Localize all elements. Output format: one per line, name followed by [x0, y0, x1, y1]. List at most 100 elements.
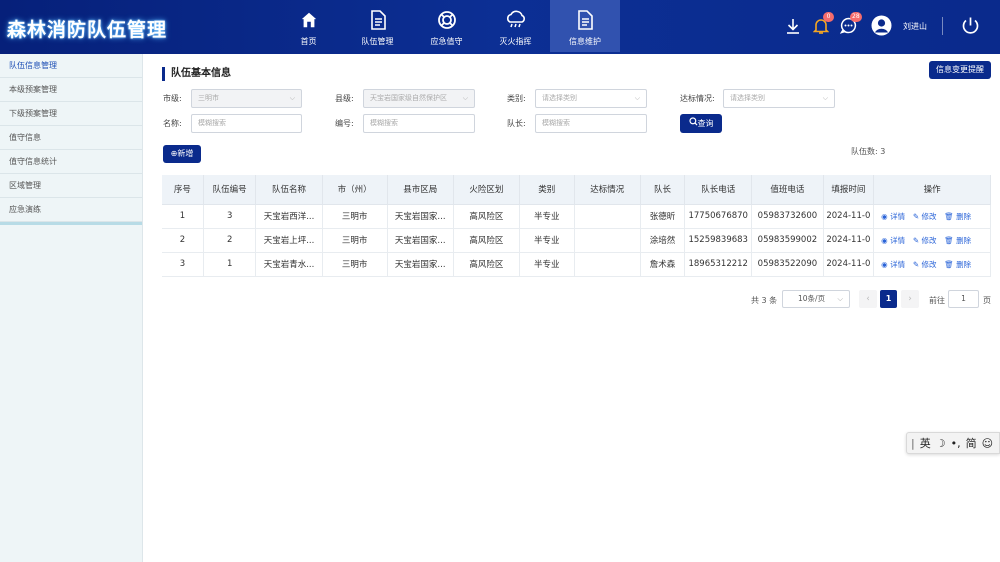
drag-handle-icon[interactable]: | [911, 437, 915, 450]
sidebar-item-team-info[interactable]: 队伍信息管理 [0, 54, 142, 78]
sidebar-item-duty-stats[interactable]: 值守信息统计 [0, 150, 142, 174]
nav-item-fire-command[interactable]: 灭火指挥 [481, 0, 550, 52]
eye-icon: ◉ [881, 235, 891, 245]
pagination-total: 共 3 条 [751, 296, 778, 305]
edit-link[interactable]: ✎ 修改 [913, 260, 937, 269]
city-label: 市级: [163, 94, 182, 103]
detail-link[interactable]: ◉ 详情 [881, 260, 905, 269]
cell-county: 天宝岩国家... [387, 204, 454, 229]
column-header: 操作 [873, 175, 991, 205]
page-size-value: 10条/页 [798, 294, 826, 303]
cell-actions: ◉ 详情 ✎ 修改 🗑 删除 [873, 252, 991, 277]
chevron-down-icon: ⌵ [837, 294, 843, 303]
cell-filled-time: 2024-11-0 [823, 228, 875, 253]
cell-standard [574, 252, 641, 277]
home-icon [298, 9, 320, 31]
document-icon [367, 9, 389, 31]
top-header: 森林消防队伍管理 首页 队伍管理 应急值守 灭火指挥 信息维护 0 28 刘进山 [0, 0, 1000, 54]
sidebar-item-duty-info[interactable]: 值守信息 [0, 126, 142, 150]
category-select[interactable]: 请选择类别 ⌵ [535, 89, 647, 108]
cell-fire-zone: 高风险区 [453, 228, 520, 253]
nav-item-info-maintenance[interactable]: 信息维护 [550, 0, 620, 52]
app-title: 森林消防队伍管理 [7, 19, 168, 41]
cell-fire-zone: 高风险区 [453, 252, 520, 277]
cell-category: 半专业 [519, 252, 575, 277]
cell-captain: 张德昕 [640, 204, 686, 229]
moon-icon[interactable]: ☽ [936, 437, 946, 450]
emoji-icon[interactable]: ☺ [982, 437, 993, 450]
cell-county: 天宝岩国家... [387, 228, 454, 253]
detail-link[interactable]: ◉ 详情 [881, 236, 905, 245]
delete-link[interactable]: 🗑 删除 [944, 260, 971, 269]
name-input[interactable]: 模糊搜索 [191, 114, 302, 133]
page-number-current[interactable]: 1 [880, 290, 897, 308]
nav-item-team-management[interactable]: 队伍管理 [343, 0, 412, 52]
column-header: 市（州） [322, 175, 388, 205]
column-header: 值班电话 [751, 175, 824, 205]
nav-item-emergency-duty[interactable]: 应急值守 [412, 0, 481, 52]
add-button[interactable]: ⊕新增 [163, 145, 201, 163]
query-button[interactable]: 查询 [680, 114, 722, 133]
nav-item-home[interactable]: 首页 [274, 0, 343, 52]
cell-name: 天宝岩青水... [255, 252, 323, 277]
category-placeholder: 请选择类别 [542, 94, 577, 102]
column-header: 达标情况 [574, 175, 641, 205]
category-label: 类别: [507, 94, 526, 103]
cell-captain-phone: 17750676870 [684, 204, 753, 229]
nav-item-label: 信息维护 [569, 37, 601, 46]
punctuation-icon[interactable]: •, [951, 437, 961, 450]
county-select[interactable]: 天宝岩国家级自然保护区 ⌵ [363, 89, 475, 108]
captain-input[interactable]: 模糊搜索 [535, 114, 647, 133]
column-header: 队伍名称 [255, 175, 323, 205]
delete-link[interactable]: 🗑 删除 [944, 212, 971, 221]
nav-item-label: 首页 [300, 37, 317, 46]
column-header: 队长 [640, 175, 686, 205]
cell-actions: ◉ 详情 ✎ 修改 🗑 删除 [873, 204, 991, 229]
name-label: 名称: [163, 119, 182, 128]
cell-seq: 3 [162, 252, 204, 277]
team-table: 序号 队伍编号 队伍名称 市（州） 县市区局 火险区划 类别 达标情况 队长 队… [162, 175, 991, 277]
prev-page-button[interactable]: ‹ [859, 290, 877, 308]
standard-select[interactable]: 请选择类别 ⌵ [723, 89, 835, 108]
cell-city: 三明市 [322, 204, 388, 229]
sidebar-item-sub-plan[interactable]: 下级预案管理 [0, 102, 142, 126]
sidebar-item-own-plan[interactable]: 本级预案管理 [0, 78, 142, 102]
code-input[interactable]: 模糊搜索 [363, 114, 475, 133]
header-divider [942, 17, 943, 35]
edit-link[interactable]: ✎ 修改 [913, 212, 937, 221]
cell-seq: 2 [162, 228, 204, 253]
ime-mode-toggle[interactable]: 简 [966, 435, 977, 451]
county-value: 天宝岩国家级自然保护区 [370, 94, 447, 102]
notification-badge: 0 [823, 12, 834, 22]
query-button-label: 查询 [697, 119, 714, 128]
next-page-button[interactable]: › [901, 290, 919, 308]
cell-duty-phone: 05983599002 [751, 228, 824, 253]
cell-code: 2 [203, 228, 257, 253]
chat-icon[interactable]: 28 [839, 12, 862, 35]
city-select[interactable]: 三明市 ⌵ [191, 89, 302, 108]
page-size-select[interactable]: 10条/页 ⌵ [782, 290, 850, 308]
chevron-down-icon: ⌵ [822, 94, 828, 102]
sidebar-item-drill[interactable]: 应急演练 [0, 198, 142, 222]
delete-link[interactable]: 🗑 删除 [944, 236, 971, 245]
cell-captain: 涂培然 [640, 228, 686, 253]
sidebar-item-region[interactable]: 区域管理 [0, 174, 142, 198]
table-row: 3 1 天宝岩青水... 三明市 天宝岩国家... 高风险区 半专业 詹术森 1… [162, 252, 991, 277]
cell-seq: 1 [162, 204, 204, 229]
city-value: 三明市 [198, 94, 219, 102]
download-icon[interactable] [785, 17, 803, 35]
cell-category: 半专业 [519, 204, 575, 229]
code-label: 编号: [335, 119, 354, 128]
eye-icon: ◉ [881, 259, 891, 269]
ime-toolbar[interactable]: | 英 ☽ •, 简 ☺ [906, 432, 1000, 454]
ime-lang-toggle[interactable]: 英 [920, 435, 931, 451]
table-header-row: 序号 队伍编号 队伍名称 市（州） 县市区局 火险区划 类别 达标情况 队长 队… [162, 175, 991, 205]
avatar[interactable] [871, 15, 892, 36]
bell-icon[interactable]: 0 [812, 12, 834, 35]
power-icon[interactable] [961, 16, 980, 35]
change-reminder-button[interactable]: 信息变更提醒 [929, 61, 991, 79]
edit-link[interactable]: ✎ 修改 [913, 236, 937, 245]
goto-page-input[interactable]: 1 [948, 290, 979, 308]
detail-link[interactable]: ◉ 详情 [881, 212, 905, 221]
sidebar-accent-bar [0, 222, 142, 225]
